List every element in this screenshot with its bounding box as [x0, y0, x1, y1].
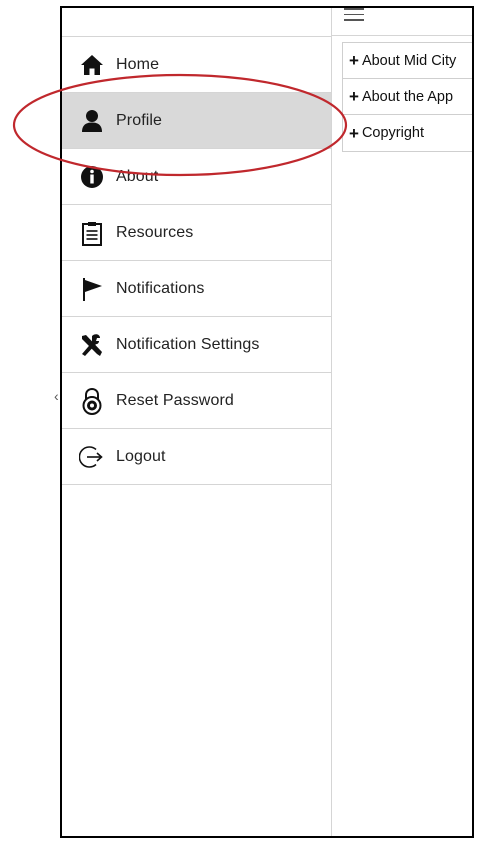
about-accordion: + About Mid City + About the App + Copyr… — [342, 42, 472, 152]
sidebar-item-logout[interactable]: Logout — [62, 429, 331, 485]
sidebar-item-reset-password[interactable]: Reset Password — [62, 373, 331, 429]
hamburger-menu-icon[interactable] — [344, 8, 364, 22]
accordion-item-copyright[interactable]: + Copyright — [343, 115, 472, 151]
sidebar-item-label: Home — [116, 55, 160, 73]
content-header-divider — [332, 35, 472, 36]
lock-icon — [74, 383, 110, 419]
sidebar-header — [62, 8, 331, 37]
sidebar-item-notifications[interactable]: Notifications — [62, 261, 331, 317]
sidebar-menu: Home Profile About Resources Notificatio… — [62, 8, 332, 836]
sidebar-item-home[interactable]: Home — [62, 37, 331, 93]
chevron-left-icon[interactable]: ‹ — [54, 388, 59, 404]
sidebar-item-label: About — [116, 167, 159, 185]
sidebar-item-label: Notification Settings — [116, 335, 260, 353]
sidebar-item-label: Logout — [116, 447, 166, 465]
flag-icon — [74, 271, 110, 307]
logout-icon — [74, 439, 110, 475]
clipboard-icon — [74, 215, 110, 251]
plus-icon: + — [349, 123, 359, 143]
sidebar-item-about[interactable]: About — [62, 149, 331, 205]
accordion-item-about-mid-city[interactable]: + About Mid City — [343, 43, 472, 79]
sidebar-item-label: Resources — [116, 223, 194, 241]
sidebar-item-label: Notifications — [116, 279, 205, 297]
screen: Home Profile About Resources Notificatio… — [0, 0, 482, 844]
tools-icon — [74, 327, 110, 363]
info-icon — [74, 159, 110, 195]
content-pane: + About Mid City + About the App + Copyr… — [332, 8, 472, 836]
accordion-item-label: Copyright — [361, 125, 424, 141]
sidebar-item-profile[interactable]: Profile — [62, 93, 331, 149]
accordion-item-label: About Mid City — [361, 52, 457, 69]
user-icon — [74, 103, 110, 139]
accordion-item-about-the-app[interactable]: + About the App — [343, 79, 472, 115]
sidebar-item-resources[interactable]: Resources — [62, 205, 331, 261]
sidebar-item-notification-settings[interactable]: Notification Settings — [62, 317, 331, 373]
plus-icon: + — [349, 51, 359, 70]
accordion-item-label: About the App — [361, 88, 454, 105]
plus-icon: + — [349, 87, 359, 106]
sidebar-item-label: Profile — [116, 111, 163, 129]
sidebar-item-label: Reset Password — [116, 391, 234, 409]
home-icon — [74, 47, 110, 83]
